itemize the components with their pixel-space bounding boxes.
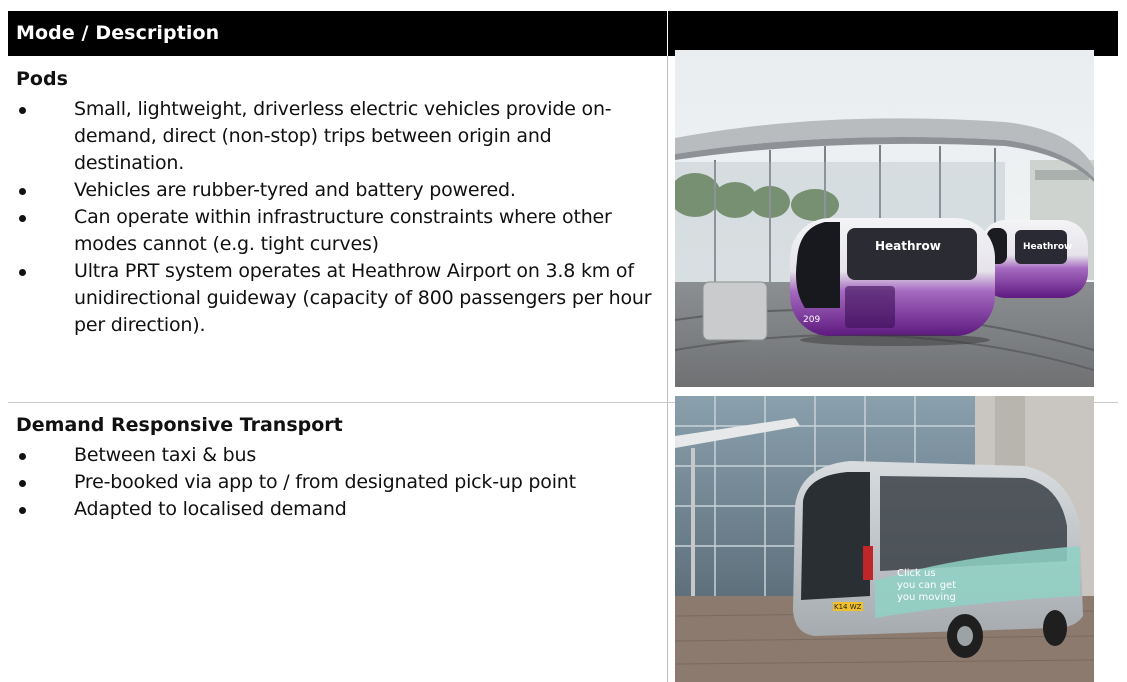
table-row-demand-responsive-transport: Demand Responsive Transport Between taxi… bbox=[16, 412, 662, 523]
bullet-icon bbox=[19, 453, 26, 460]
bullet-icon bbox=[19, 507, 26, 514]
bullet-icon bbox=[19, 215, 26, 222]
bullet-icon bbox=[19, 480, 26, 487]
column-divider bbox=[667, 56, 668, 682]
pod-vehicle-photo: Heathrow Heathrow 209 bbox=[675, 50, 1094, 387]
bullet-icon bbox=[19, 269, 26, 276]
bullet-list: Between taxi & bus Pre-booked via app to… bbox=[16, 442, 662, 523]
row-title: Demand Responsive Transport bbox=[16, 414, 343, 436]
list-item: Can operate within infrastructure constr… bbox=[16, 204, 662, 258]
list-item: Small, lightweight, driverless electric … bbox=[16, 96, 662, 177]
table-row-pods: Pods Small, lightweight, driverless elec… bbox=[16, 66, 662, 339]
bullet-icon bbox=[19, 188, 26, 195]
header-cell-mode: Mode / Description bbox=[8, 11, 667, 56]
list-item: Pre-booked via app to / from designated … bbox=[16, 469, 662, 496]
bullet-icon bbox=[19, 107, 26, 114]
row-title: Pods bbox=[16, 68, 68, 90]
minibus-photo: Click us you can get you moving K14 WZ bbox=[675, 396, 1094, 682]
plate-text: K14 WZ bbox=[834, 603, 862, 611]
list-item: Vehicles are rubber-tyred and battery po… bbox=[16, 177, 662, 204]
pod-brand-text: Heathrow bbox=[875, 239, 941, 253]
header-mode-label: Mode / Description bbox=[16, 22, 220, 44]
list-item: Ultra PRT system operates at Heathrow Ai… bbox=[16, 258, 662, 339]
bullet-list: Small, lightweight, driverless electric … bbox=[16, 96, 662, 339]
list-item: Adapted to localised demand bbox=[16, 496, 662, 523]
list-item: Between taxi & bus bbox=[16, 442, 662, 469]
pod-brand-text-2: Heathrow bbox=[1023, 242, 1072, 252]
pod-number-text: 209 bbox=[803, 315, 820, 325]
